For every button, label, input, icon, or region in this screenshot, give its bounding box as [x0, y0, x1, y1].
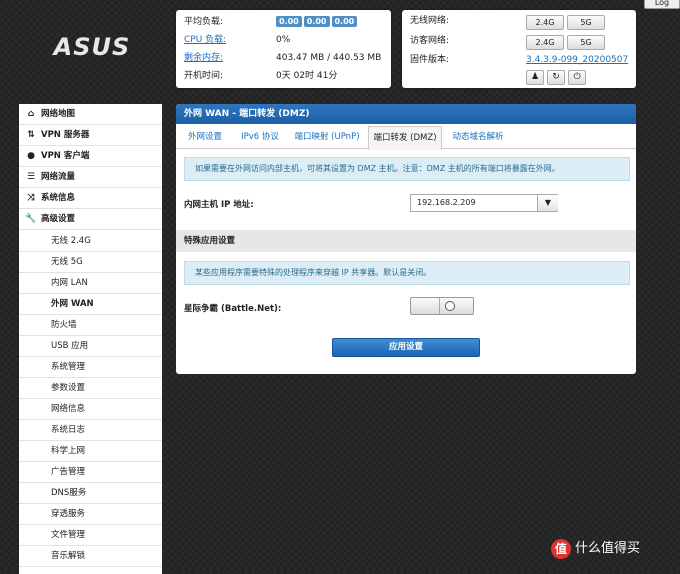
cpu-row: CPU 负载: 0% [184, 31, 385, 49]
chevron-down-icon[interactable]: ▼ [537, 195, 558, 211]
sidebar: ⌂ 网络地图 ⇅ VPN 服务器 ● VPN 客户端 ☰ 网络流量 ⤨ 系统信息… [19, 104, 162, 574]
sidebar-item-wireless-24g[interactable]: 无线 2.4G [19, 231, 162, 252]
apply-button[interactable]: 应用设置 [332, 338, 480, 357]
uptime-value: 0天 02时 41分 [276, 71, 338, 81]
wrench-icon: 🔧 [25, 214, 37, 224]
section-title: 特殊应用设置 [176, 230, 636, 252]
logout-button[interactable]: Log [644, 0, 680, 9]
guest-label: 访客网络: [410, 36, 450, 46]
page-title: 外网 WAN - 端口转发 (DMZ) [176, 104, 636, 124]
tab-wan-settings[interactable]: 外网设置 [176, 126, 234, 148]
sidebar-item-wireless-5g[interactable]: 无线 5G [19, 252, 162, 273]
ip-label: 内网主机 IP 地址: [184, 200, 254, 210]
icon-row: ♟ ↻ ⏻ [410, 69, 630, 87]
guest-row: 访客网络: 2.4G 5G [410, 32, 630, 50]
cpu-value: 0% [276, 35, 291, 45]
tab-ddns[interactable]: 动态域名解析 [442, 126, 514, 148]
vpn-server-icon: ⇅ [27, 130, 35, 140]
sidebar-item-syslog[interactable]: 系统日志 [19, 420, 162, 441]
dmz-info-box: 如果需要在外网访问内部主机，可将其设置为 DMZ 主机。注意：DMZ 主机的所有… [184, 157, 630, 181]
network-status-panel: 无线网络: 2.4G 5G 访客网络: 2.4G 5G 固件版本: 3.4.3.… [402, 10, 636, 88]
firmware-row: 固件版本: 3.4.3.9-099_20200507 [410, 51, 630, 69]
special-info-box: 某些应用程序需要特殊的处理程序来穿越 IP 共享器。默认是关闭。 [184, 261, 630, 285]
main-panel: 外网 WAN - 端口转发 (DMZ) 外网设置 IPv6 协议 端口映射 (U… [176, 104, 636, 374]
uptime-label: 开机时间: [184, 71, 224, 81]
wireless-label: 无线网络: [410, 16, 450, 26]
mem-value: 403.47 MB / 440.53 MB [276, 53, 382, 63]
sidebar-item-music-unlock[interactable]: 音乐解锁 [19, 546, 162, 567]
ip-select[interactable]: 192.168.2.209 ▼ [410, 194, 558, 212]
tab-dmz[interactable]: 端口转发 (DMZ) [368, 126, 442, 150]
tab-ipv6[interactable]: IPv6 协议 [234, 126, 286, 148]
system-status-panel: 平均负载: 0.00 0.00 0.00 CPU 负载: 0% 剩余内存: 403.… [176, 10, 391, 88]
starcraft-label: 星际争霸 (Battle.Net): [184, 304, 282, 314]
home-icon: ⌂ [27, 109, 35, 119]
shuffle-icon: ⤨ [27, 193, 35, 203]
sidebar-item-network-map[interactable]: ⌂ 网络地图 [19, 104, 162, 125]
firmware-label: 固件版本: [410, 55, 450, 65]
sidebar-item-vpn-server[interactable]: ⇅ VPN 服务器 [19, 125, 162, 146]
load-1min: 0.00 [276, 16, 302, 27]
refresh-icon[interactable]: ↻ [547, 70, 565, 85]
load-label: 平均负载: [184, 17, 224, 27]
sidebar-item-dns[interactable]: DNS服务 [19, 483, 162, 504]
sidebar-item-vpn-client[interactable]: ● VPN 客户端 [19, 146, 162, 167]
sidebar-item-adblock[interactable]: 广告管理 [19, 462, 162, 483]
load-5min: 0.00 [303, 16, 330, 27]
wireless-24g-button[interactable]: 2.4G [526, 15, 564, 30]
asus-logo: ASUS [42, 33, 142, 61]
ip-value: 192.168.2.209 [417, 198, 476, 207]
watermark: 值什么值得买 [551, 537, 671, 561]
wireless-5g-button[interactable]: 5G [567, 15, 605, 30]
logo-text: ASUS [52, 33, 131, 61]
globe-icon: ● [27, 151, 35, 161]
sidebar-item-files[interactable]: 文件管理 [19, 525, 162, 546]
mem-link[interactable]: 剩余内存: [184, 49, 223, 67]
sidebar-item-wan[interactable]: 外网 WAN [19, 294, 162, 315]
sidebar-item-firewall[interactable]: 防火墙 [19, 315, 162, 336]
tab-upnp[interactable]: 端口映射 (UPnP) [286, 126, 368, 148]
sidebar-item-tunnel[interactable]: 穿透服务 [19, 504, 162, 525]
tab-bar: 外网设置 IPv6 协议 端口映射 (UPnP) 端口转发 (DMZ) 动态域名… [176, 126, 636, 150]
sidebar-item-usb[interactable]: USB 应用 [19, 336, 162, 357]
sidebar-item-params[interactable]: 参数设置 [19, 378, 162, 399]
cpu-link[interactable]: CPU 负载: [184, 31, 226, 49]
guest-24g-button[interactable]: 2.4G [526, 35, 564, 50]
watermark-badge: 值 [551, 538, 571, 559]
watermark-text: 什么值得买 [575, 541, 641, 556]
starcraft-toggle[interactable] [410, 297, 474, 315]
list-icon: ☰ [26, 172, 36, 182]
guest-5g-button[interactable]: 5G [567, 35, 605, 50]
toggle-off-icon [445, 301, 455, 311]
sidebar-item-traffic[interactable]: ☰ 网络流量 [19, 167, 162, 188]
load-15min: 0.00 [331, 16, 358, 27]
power-icon[interactable]: ⏻ [568, 70, 586, 85]
sidebar-item-advanced[interactable]: 🔧 高级设置 [19, 209, 162, 230]
sidebar-item-netinfo[interactable]: 网络信息 [19, 399, 162, 420]
sidebar-item-system-info[interactable]: ⤨ 系统信息 [19, 188, 162, 209]
mem-row: 剩余内存: 403.47 MB / 440.53 MB [184, 49, 385, 67]
sidebar-item-admin[interactable]: 系统管理 [19, 357, 162, 378]
user-icon[interactable]: ♟ [526, 70, 544, 85]
firmware-link[interactable]: 3.4.3.9-099_20200507 [526, 51, 628, 69]
sidebar-item-proxy[interactable]: 科学上网 [19, 441, 162, 462]
uptime-row: 开机时间: 0天 02时 41分 [184, 67, 385, 85]
sidebar-item-lan[interactable]: 内网 LAN [19, 273, 162, 294]
load-row: 平均负载: 0.00 0.00 0.00 [184, 13, 385, 31]
wireless-row: 无线网络: 2.4G 5G [410, 12, 630, 30]
